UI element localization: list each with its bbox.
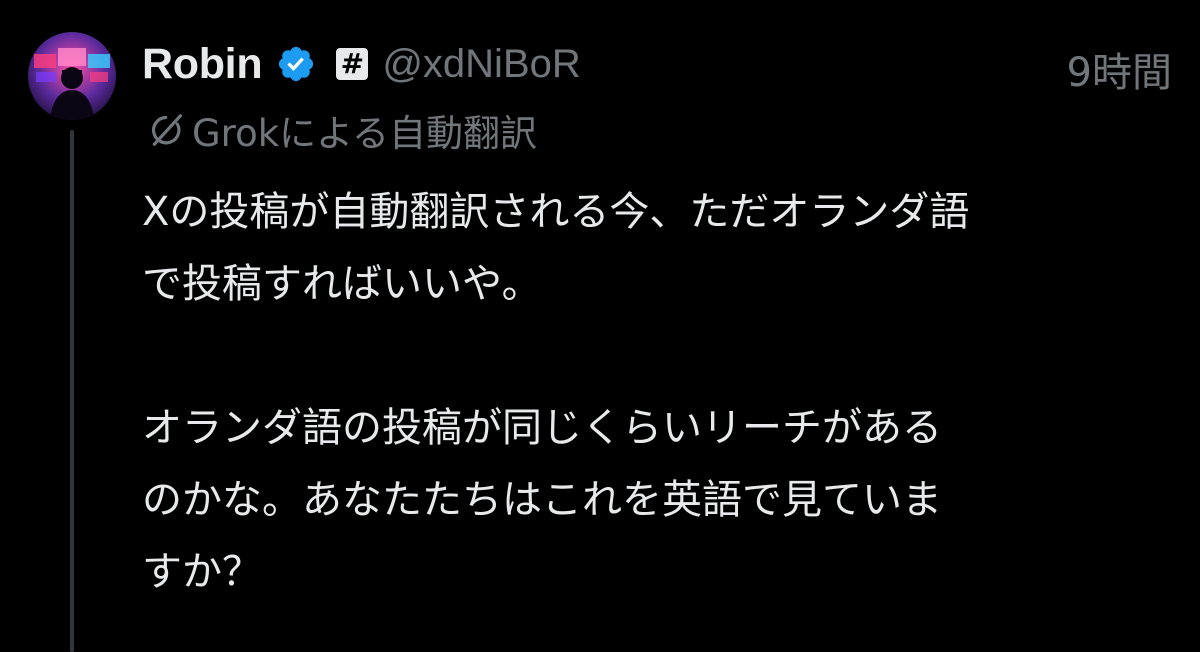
verified-badge-icon[interactable]	[276, 44, 316, 84]
tweet-body: Xの投稿が自動翻訳される今、ただオランダ語 で投稿すればいいや。 オランダ語の投…	[142, 176, 1182, 608]
tweet-text-line: オランダ語の投稿が同じくらいリーチがある	[142, 405, 942, 451]
tweet-text-line: で投稿すればいいや。	[142, 261, 542, 307]
thread-connector-line	[70, 130, 74, 652]
timestamp[interactable]: 9時間	[1067, 40, 1172, 98]
author-handle[interactable]: @xdNiBoR	[382, 42, 580, 87]
tweet-text-line: Xの投稿が自動翻訳される今、ただオランダ語	[142, 189, 970, 235]
tweet-text-line: すか？	[142, 549, 262, 595]
tweet-text-line: のかな。あなたたちはこれを英語で見ていま	[142, 477, 942, 523]
tweet[interactable]: Robin # @xdNiBoR 9時間 Grokによる自動翻訳 Xの投稿が自動…	[0, 0, 1200, 652]
tweet-text-blank-line	[142, 320, 1182, 392]
tweet-header: Robin # @xdNiBoR 9時間	[142, 36, 1172, 97]
affiliate-badge[interactable]: #	[336, 48, 369, 80]
avatar-image	[28, 32, 116, 120]
translation-label: Grokによる自動翻訳	[192, 112, 538, 155]
author-display-name[interactable]: Robin	[142, 40, 263, 89]
auto-translation-notice[interactable]: Grokによる自動翻訳	[148, 102, 537, 158]
avatar[interactable]	[28, 32, 116, 120]
grok-icon	[148, 110, 186, 150]
